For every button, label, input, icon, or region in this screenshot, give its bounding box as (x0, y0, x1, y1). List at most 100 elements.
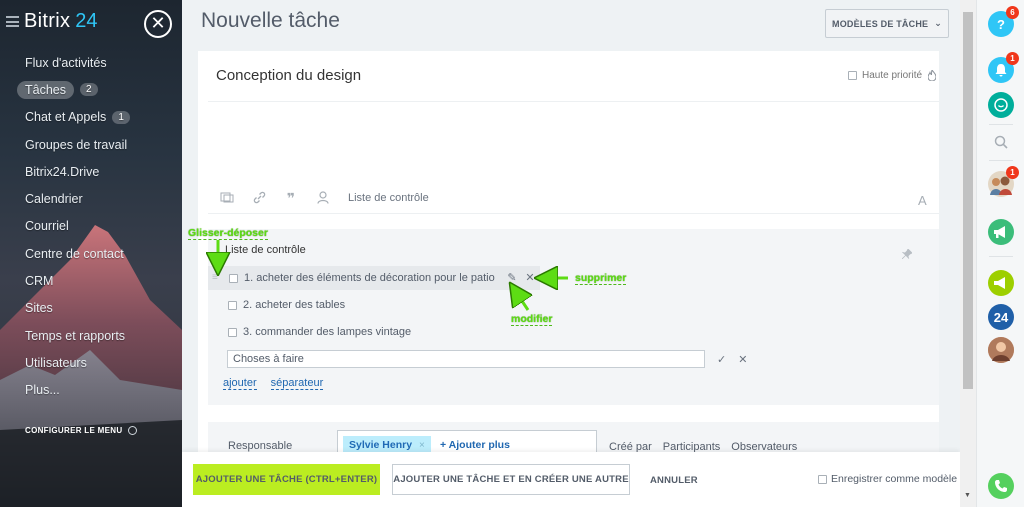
megaphone-icon (994, 277, 1005, 289)
count-badge: 1 (112, 110, 130, 124)
sidebar-item-time-reports[interactable]: Temps et rapports (0, 322, 182, 349)
flame-icon (928, 70, 937, 81)
sidebar-item-label: Plus... (25, 383, 60, 398)
high-priority-toggle[interactable]: Haute priorité (848, 70, 937, 81)
sidebar-item-drive[interactable]: Bitrix24.Drive (0, 158, 182, 185)
close-icon[interactable]: ✕ (144, 10, 172, 38)
sidebar-item-label: Courriel (25, 219, 69, 234)
logo[interactable]: Bitrix 24 (6, 10, 98, 33)
checklist-block: Liste de contrôle ≡ 1. acheter des éléme… (208, 229, 939, 405)
search-icon[interactable] (994, 135, 1008, 149)
count-badge: 1 (1006, 166, 1019, 179)
pin-icon[interactable] (902, 249, 912, 259)
task-title-input[interactable]: Conception du design (216, 67, 361, 84)
checklist-item[interactable]: 3. commander des lampes vintage (208, 320, 411, 344)
hamburger-icon[interactable] (6, 16, 19, 27)
task-form: Conception du design Haute priorité ❞ Li… (198, 51, 939, 457)
sidebar-item-sites[interactable]: Sites (0, 295, 182, 322)
divider (989, 124, 1013, 125)
avatar-icon (988, 337, 1014, 363)
annotation-delete: supprimer (575, 272, 627, 285)
divider (989, 256, 1013, 257)
configure-menu-link[interactable]: CONFIGURER LE MENU (25, 426, 138, 435)
annotation-edit: modifier (511, 313, 553, 326)
user-tag-name: Sylvie Henry (349, 439, 413, 451)
sidebar-item-label: Sites (25, 301, 53, 316)
drag-handle-icon[interactable]: ≡ (212, 273, 222, 283)
add-checklist-item-link[interactable]: ajouter (223, 377, 257, 390)
attachment-icon[interactable] (220, 191, 234, 205)
task-templates-button[interactable]: MODÈLES DE TÂCHE ⌄ (825, 9, 949, 38)
sidebar-item-chat[interactable]: Chat et Appels 1 (0, 104, 182, 131)
save-as-template-toggle[interactable]: Enregistrer comme modèle (818, 473, 957, 485)
checklist-item-label: 3. commander des lampes vintage (243, 326, 412, 338)
new-checklist-item-input[interactable] (227, 350, 705, 368)
sidebar-item-mail[interactable]: Courriel (0, 213, 182, 240)
contacts-button[interactable]: 1 (988, 166, 1019, 197)
sidebar-item-label: Chat et Appels (25, 110, 107, 125)
checklist-item-checkbox[interactable] (229, 273, 238, 283)
sidebar-item-calendar[interactable]: Calendrier (0, 185, 182, 212)
toolbar-checklist-button[interactable]: Liste de contrôle (348, 192, 429, 204)
phone-icon (995, 480, 1007, 492)
high-priority-checkbox[interactable] (848, 71, 857, 80)
phone-button[interactable] (988, 473, 1014, 499)
sidebar-item-label: Temps et rapports (25, 328, 126, 343)
open-lines-button[interactable] (988, 92, 1014, 118)
left-sidebar: Bitrix 24 ✕ Flux d'activités Tâches 2 Cha… (0, 0, 182, 507)
megaphone-icon (994, 226, 1005, 238)
checklist-item[interactable]: ≡ 1. acheter des éléments de décoration … (208, 266, 540, 290)
sidebar-item-more[interactable]: Plus... (0, 377, 182, 404)
logo-text: Bitrix (24, 10, 71, 32)
user-icon[interactable] (316, 191, 330, 205)
bottom-action-bar: AJOUTER UNE TÂCHE (CTRL+ENTER) AJOUTER U… (182, 452, 960, 507)
add-task-button[interactable]: AJOUTER UNE TÂCHE (CTRL+ENTER) (193, 464, 380, 495)
cancel-button[interactable]: ANNULER (650, 475, 698, 486)
bitrix24-button[interactable]: 24 (988, 304, 1014, 330)
checkmark-icon[interactable]: ✓ (717, 353, 726, 366)
add-separator-link[interactable]: séparateur (270, 377, 324, 390)
font-format-button[interactable]: A (918, 193, 927, 208)
chat-icon (994, 98, 1008, 112)
announcements-button[interactable] (988, 270, 1014, 296)
sidebar-item-users[interactable]: Utilisateurs (0, 349, 182, 376)
scrollbar[interactable]: ▼ (960, 0, 976, 507)
sidebar-item-label: CRM (25, 274, 54, 289)
remove-user-icon[interactable]: × (419, 440, 425, 451)
bell-icon (995, 64, 1007, 77)
checklist-item-checkbox[interactable] (228, 300, 237, 310)
divider (208, 101, 939, 102)
pencil-icon[interactable]: ✎ (506, 272, 518, 284)
link-icon[interactable] (252, 191, 266, 205)
scrollbar-thumb[interactable] (963, 12, 973, 389)
new-checklist-item-row: ✓ ✕ (227, 350, 747, 368)
sidebar-item-crm[interactable]: CRM (0, 267, 182, 294)
sidebar-item-label: Flux d'activités (25, 55, 107, 70)
sidebar-item-label: Bitrix24.Drive (25, 164, 100, 179)
save-as-template-checkbox[interactable] (818, 474, 827, 484)
user-avatar[interactable] (988, 337, 1014, 363)
checklist-item[interactable]: 2. acheter des tables (208, 293, 345, 317)
add-and-create-another-button[interactable]: AJOUTER UNE TÂCHE ET EN CRÉER UNE AUTRE (392, 464, 630, 495)
add-more-link[interactable]: + Ajouter plus (440, 439, 510, 451)
checklist-item-checkbox[interactable] (228, 327, 237, 337)
notifications-button[interactable]: 1 (988, 52, 1019, 83)
sidebar-item-contact-center[interactable]: Centre de contact (0, 240, 182, 267)
delete-icon[interactable]: ✕ (524, 272, 536, 284)
divider (989, 160, 1013, 161)
sidebar-item-label: Centre de contact (25, 246, 124, 261)
help-button[interactable]: ? 6 (988, 6, 1019, 37)
scroll-down-arrow-icon[interactable]: ▼ (964, 492, 971, 499)
annotation-drag-drop: Glisser-déposer (188, 227, 268, 240)
count-badge: 6 (1006, 6, 1019, 19)
responsible-label: Responsable (228, 440, 293, 452)
telephony-button[interactable] (988, 219, 1014, 245)
sidebar-item-tasks[interactable]: Tâches 2 (0, 76, 182, 103)
chevron-down-icon: ⌄ (934, 18, 942, 28)
close-icon[interactable]: ✕ (738, 353, 747, 366)
quote-icon[interactable]: ❞ (284, 191, 298, 205)
sidebar-item-workgroups[interactable]: Groupes de travail (0, 131, 182, 158)
sidebar-item-feed[interactable]: Flux d'activités (0, 49, 182, 76)
main-area: Nouvelle tâche MODÈLES DE TÂCHE ⌄ Concep… (182, 0, 960, 507)
checklist-item-actions: ✎ ✕ (506, 272, 542, 284)
